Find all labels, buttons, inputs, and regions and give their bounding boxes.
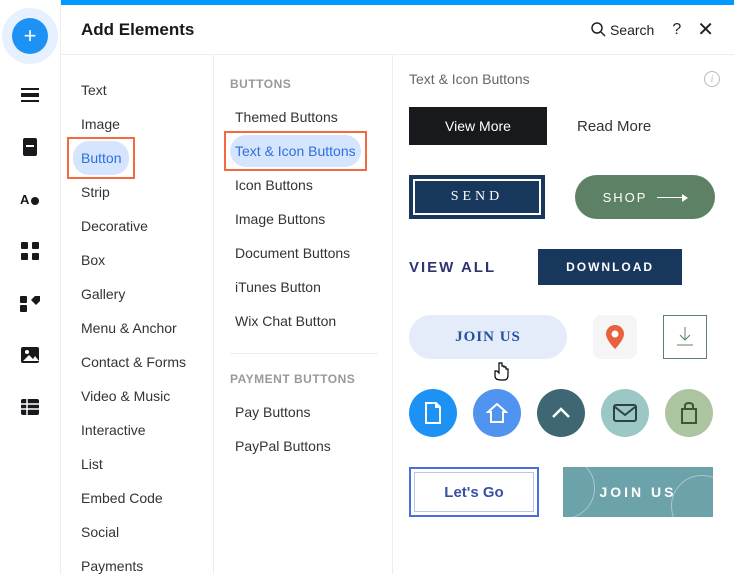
sub-itunes[interactable]: iTunes Button xyxy=(230,271,326,303)
sub-pay[interactable]: Pay Buttons xyxy=(230,396,316,428)
category-contact[interactable]: Contact & Forms xyxy=(73,345,201,379)
panel-title: Add Elements xyxy=(81,20,591,40)
home-icon xyxy=(486,403,508,423)
sub-wixchat[interactable]: Wix Chat Button xyxy=(230,305,341,337)
sub-paypal[interactable]: PayPal Buttons xyxy=(230,430,336,462)
svg-text:A: A xyxy=(20,192,30,207)
download-icon xyxy=(676,327,694,347)
data-icon[interactable] xyxy=(19,396,41,418)
pin-icon xyxy=(606,325,624,349)
category-video[interactable]: Video & Music xyxy=(73,379,201,413)
chevron-up-icon xyxy=(551,407,571,419)
bag-icon xyxy=(679,402,699,424)
category-gallery[interactable]: Gallery xyxy=(73,277,201,311)
preset-download[interactable]: DOWNLOAD xyxy=(538,249,682,285)
cursor-icon xyxy=(493,361,511,381)
help-button[interactable]: ? xyxy=(672,21,681,39)
search-icon xyxy=(591,22,606,37)
category-embed[interactable]: Embed Code xyxy=(73,481,201,515)
gallery-title: Text & Icon Buttons xyxy=(409,71,530,87)
preset-join-us-2-label: JOIN US xyxy=(599,484,676,500)
preset-download-icon[interactable] xyxy=(663,315,707,359)
search-button[interactable]: Search xyxy=(591,22,654,38)
sub-text-icon[interactable]: Text & Icon Buttons xyxy=(230,135,361,167)
preset-circle-home[interactable] xyxy=(473,389,521,437)
divider xyxy=(230,353,378,354)
info-icon[interactable]: i xyxy=(704,71,720,87)
preset-join-us-2[interactable]: JOIN US xyxy=(563,467,713,517)
page-icon[interactable] xyxy=(19,136,41,158)
search-label: Search xyxy=(610,22,654,38)
preset-circle-bag[interactable] xyxy=(665,389,713,437)
button-gallery: View More Read More SEND SHOP VIEW ALL D… xyxy=(409,107,734,517)
sub-document[interactable]: Document Buttons xyxy=(230,237,355,269)
sub-themed[interactable]: Themed Buttons xyxy=(230,101,343,133)
preset-join-us-label: JOIN US xyxy=(455,329,521,346)
media-icon[interactable] xyxy=(19,344,41,366)
group-payment-title: PAYMENT BUTTONS xyxy=(230,368,392,396)
document-icon xyxy=(423,401,443,425)
mail-icon xyxy=(613,404,637,422)
category-interactive[interactable]: Interactive xyxy=(73,413,201,447)
preset-read-more[interactable]: Read More xyxy=(577,118,651,135)
gallery-column: Text & Icon Buttons i View More Read Mor… xyxy=(393,55,734,574)
category-social[interactable]: Social xyxy=(73,515,201,549)
preset-pin[interactable] xyxy=(593,315,637,359)
panel-header: Add Elements Search ? ✕ xyxy=(61,5,734,55)
category-text[interactable]: Text xyxy=(73,73,201,107)
category-list-item[interactable]: List xyxy=(73,447,201,481)
preset-view-more[interactable]: View More xyxy=(409,107,547,145)
preset-circle-doc[interactable] xyxy=(409,389,457,437)
preset-send[interactable]: SEND xyxy=(409,175,545,219)
category-menu[interactable]: Menu & Anchor xyxy=(73,311,201,345)
category-payments[interactable]: Payments xyxy=(73,549,201,574)
group-buttons-title: BUTTONS xyxy=(230,73,392,101)
category-strip[interactable]: Strip xyxy=(73,175,201,209)
close-button[interactable]: ✕ xyxy=(697,17,714,42)
section-icon[interactable] xyxy=(19,84,41,106)
preset-join-us[interactable]: JOIN US xyxy=(409,315,567,359)
category-list: Text Image Button Strip Decorative Box G… xyxy=(61,55,213,574)
preset-lets-go[interactable]: Let's Go xyxy=(409,467,539,517)
category-decorative[interactable]: Decorative xyxy=(73,209,201,243)
category-box[interactable]: Box xyxy=(73,243,201,277)
preset-shop-label: SHOP xyxy=(603,190,648,205)
apps-icon[interactable] xyxy=(19,240,41,262)
sub-icon[interactable]: Icon Buttons xyxy=(230,169,318,201)
preset-circle-mail[interactable] xyxy=(601,389,649,437)
category-image[interactable]: Image xyxy=(73,107,201,141)
design-icon[interactable]: A xyxy=(19,188,41,210)
left-rail: + A xyxy=(0,0,60,574)
add-button[interactable]: + xyxy=(12,18,48,54)
preset-shop[interactable]: SHOP xyxy=(575,175,715,219)
arrow-icon xyxy=(657,197,687,198)
preset-circle-up[interactable] xyxy=(537,389,585,437)
sub-image[interactable]: Image Buttons xyxy=(230,203,330,235)
subcategory-list: BUTTONS Themed Buttons Text & Icon Butto… xyxy=(213,55,393,574)
preset-view-all[interactable]: VIEW ALL xyxy=(409,259,496,276)
category-button[interactable]: Button xyxy=(73,141,129,175)
addon-icon[interactable] xyxy=(19,292,41,314)
